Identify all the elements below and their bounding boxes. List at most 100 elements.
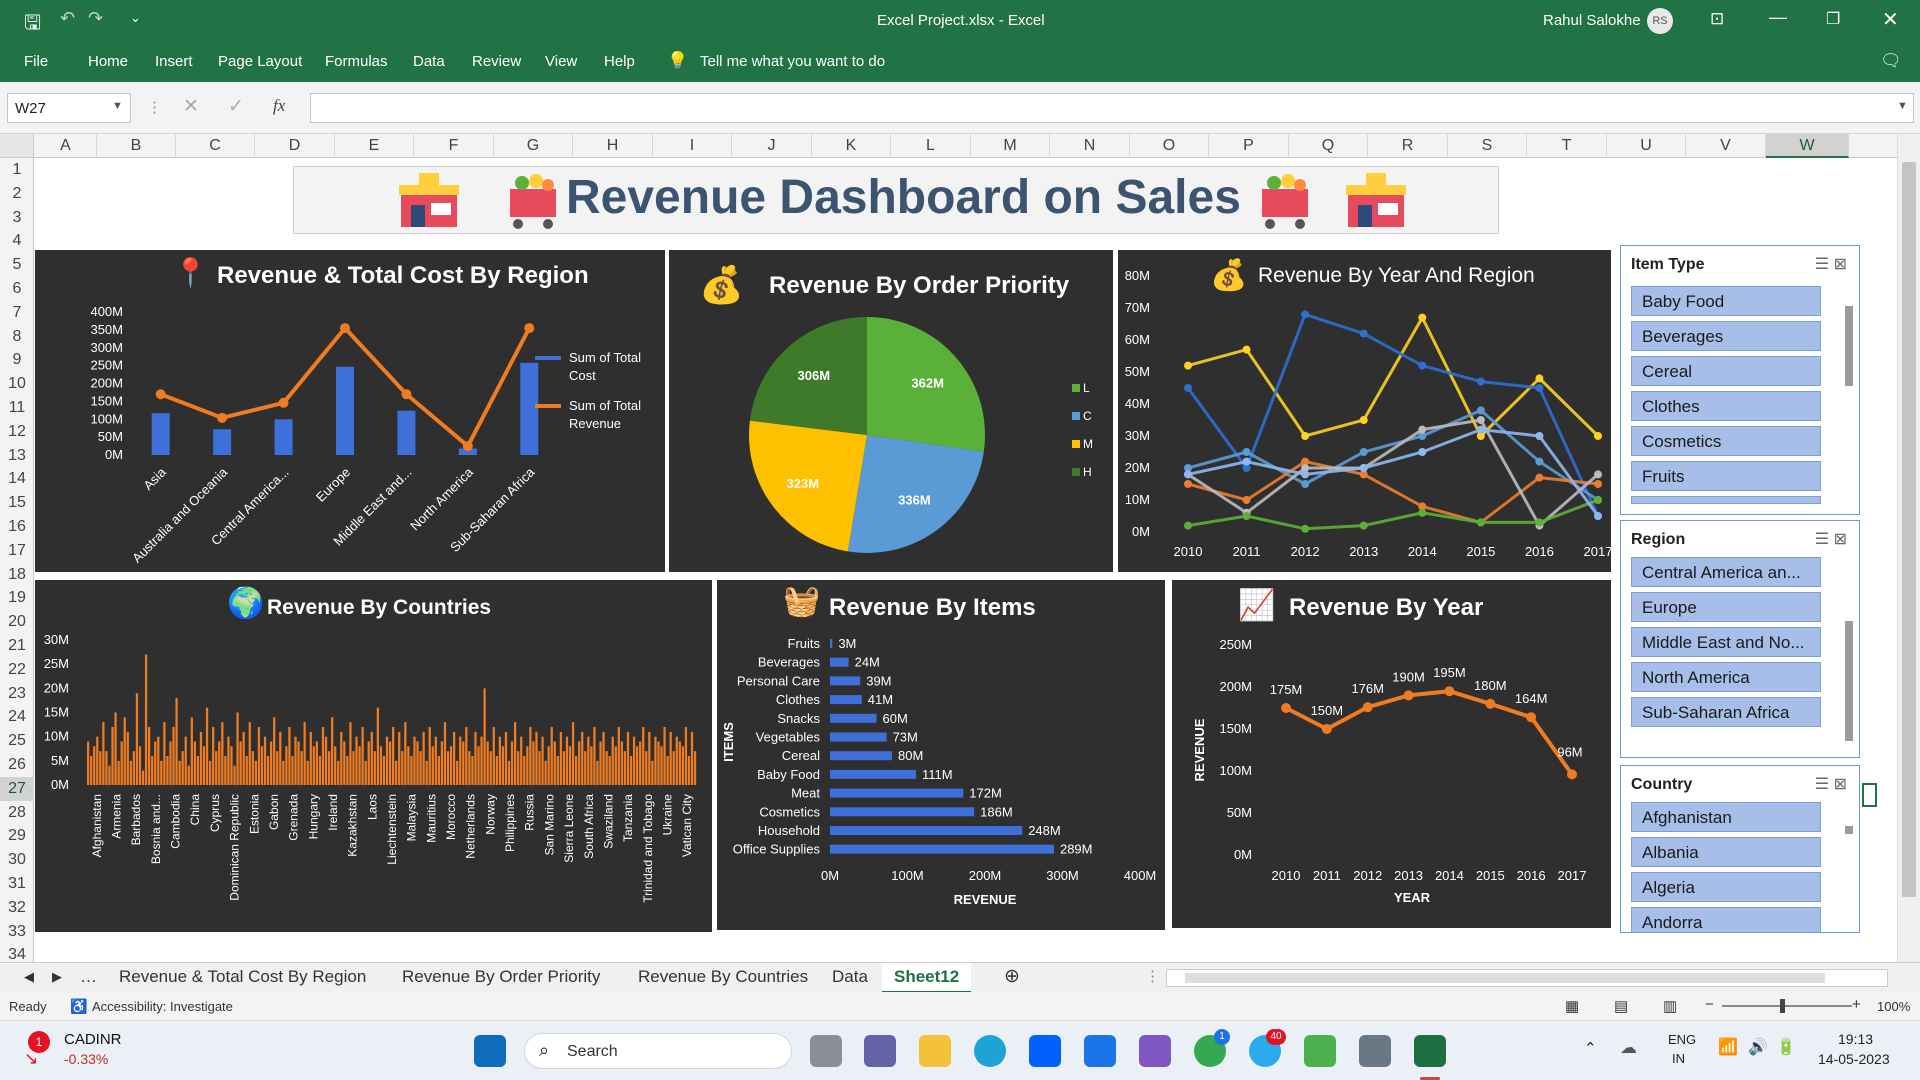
slicer-item[interactable]: Beverages [1631, 321, 1821, 351]
column-header-c[interactable]: C [176, 134, 255, 158]
slicer-item[interactable]: Algeria [1631, 872, 1821, 902]
chart-revenue-items[interactable]: 🧺 Revenue By Items Fruits 3M Beverages 24M P… [717, 580, 1165, 930]
name-box-dropdown-icon[interactable]: ▼ [112, 100, 123, 112]
column-header-v[interactable]: V [1686, 134, 1766, 158]
chart-revenue-cost-region[interactable]: 📍 Revenue & Total Cost By Region 400M 350… [35, 250, 665, 572]
row-header-32[interactable]: 32 [0, 896, 34, 920]
row-header-25[interactable]: 25 [0, 729, 34, 753]
column-header-h[interactable]: H [573, 134, 653, 158]
page-break-view-icon[interactable]: ▥ [1663, 997, 1677, 1015]
slicer-region[interactable]: Region ☰ ⊠ Central America an... Europe … [1620, 520, 1860, 758]
column-header-q[interactable]: Q [1289, 134, 1368, 158]
column-header-j[interactable]: J [732, 134, 812, 158]
column-header-d[interactable]: D [255, 134, 335, 158]
wifi-icon[interactable]: 📶 [1718, 1037, 1738, 1057]
slicer-item-partial[interactable] [1631, 496, 1821, 504]
customize-qat-icon[interactable]: ⌄ [130, 10, 141, 26]
accessibility-status[interactable]: Accessibility: Investigate [92, 999, 233, 1014]
slicer-item[interactable]: Andorra [1631, 907, 1821, 932]
column-header-a[interactable]: A [35, 134, 97, 158]
stock-ticker[interactable]: CADINR [64, 1031, 122, 1048]
language-region[interactable]: IN [1672, 1051, 1685, 1066]
multi-select-icon[interactable]: ☰ ⊠ [1815, 529, 1847, 549]
slicer-item[interactable]: Cereal [1631, 356, 1821, 386]
more-tabs-icon[interactable]: … [80, 967, 97, 987]
select-all-corner[interactable] [0, 134, 34, 158]
row-header-15[interactable]: 15 [0, 491, 34, 515]
battery-icon[interactable]: 🔋 [1776, 1037, 1796, 1057]
row-header-17[interactable]: 17 [0, 539, 34, 563]
column-header-o[interactable]: O [1130, 134, 1209, 158]
slicer-scrollbar[interactable] [1845, 621, 1853, 741]
tab-data[interactable]: Data [413, 53, 445, 70]
page-layout-view-icon[interactable]: ▤ [1614, 997, 1628, 1015]
tab-splitter-icon[interactable]: ⋮ [1145, 967, 1160, 985]
dropbox-icon[interactable] [1029, 1035, 1061, 1067]
insert-function-icon[interactable]: fx [273, 96, 285, 116]
row-header-26[interactable]: 26 [0, 753, 34, 777]
slicer-country[interactable]: Country ☰ ⊠ Afghanistan Albania Algeria … [1620, 765, 1860, 933]
tab-home[interactable]: Home [88, 53, 128, 70]
row-header-28[interactable]: 28 [0, 801, 34, 825]
tab-help[interactable]: Help [604, 53, 635, 70]
tab-revenue-cost-region[interactable]: Revenue & Total Cost By Region [119, 967, 366, 987]
copilot-icon[interactable] [1139, 1035, 1171, 1067]
row-header-20[interactable]: 20 [0, 610, 34, 634]
row-header-30[interactable]: 30 [0, 848, 34, 872]
excel-icon[interactable] [1414, 1035, 1446, 1067]
add-sheet-icon[interactable]: ⊕ [1004, 965, 1020, 988]
row-header-11[interactable]: 11 [0, 396, 34, 420]
row-header-6[interactable]: 6 [0, 277, 34, 301]
tab-file[interactable]: File [24, 53, 48, 70]
column-header-i[interactable]: I [653, 134, 732, 158]
slicer-item[interactable]: Clothes [1631, 391, 1821, 421]
scroll-tabs-right-icon[interactable]: ▶ [52, 969, 62, 985]
row-header-29[interactable]: 29 [0, 824, 34, 848]
row-header-4[interactable]: 4 [0, 229, 34, 253]
column-header-k[interactable]: K [812, 134, 891, 158]
slicer-scrollbar[interactable] [1845, 306, 1853, 386]
redo-icon[interactable]: ↷ [88, 8, 103, 29]
edge-browser-icon[interactable] [974, 1035, 1006, 1067]
column-header-g[interactable]: G [494, 134, 573, 158]
row-header-14[interactable]: 14 [0, 467, 34, 491]
chart-year-region[interactable]: 💰 Revenue By Year And Region 80M 70M 60M 50… [1118, 250, 1611, 572]
column-header-r[interactable]: R [1368, 134, 1448, 158]
vertical-scroll-thumb[interactable] [1902, 162, 1916, 897]
zoom-out-icon[interactable]: − [1705, 996, 1714, 1013]
row-header-7[interactable]: 7 [0, 301, 34, 325]
photo-app-icon[interactable] [1304, 1035, 1336, 1067]
column-header-u[interactable]: U [1607, 134, 1686, 158]
clock-time[interactable]: 19:13 [1838, 1031, 1873, 1047]
row-header-33[interactable]: 33 [0, 920, 34, 944]
undo-icon[interactable]: ↶ [60, 8, 75, 29]
multi-select-icon[interactable]: ☰ ⊠ [1815, 254, 1847, 274]
scroll-tabs-left-icon[interactable]: ◀ [24, 969, 34, 985]
normal-view-icon[interactable]: ▦ [1565, 997, 1579, 1015]
row-header-27[interactable]: 27 [0, 776, 34, 801]
row-header-1[interactable]: 1 [0, 158, 34, 182]
column-header-f[interactable]: F [414, 134, 494, 158]
zoom-slider-thumb[interactable] [1780, 999, 1785, 1013]
tab-formulas[interactable]: Formulas [325, 53, 388, 70]
slicer-item[interactable]: Cosmetics [1631, 426, 1821, 456]
row-header-24[interactable]: 24 [0, 705, 34, 729]
save-icon[interactable]: 🖫 [24, 8, 41, 42]
row-header-12[interactable]: 12 [0, 420, 34, 444]
row-header-2[interactable]: 2 [0, 182, 34, 206]
column-header-p[interactable]: P [1209, 134, 1289, 158]
close-icon[interactable]: ✕ [1882, 7, 1899, 32]
zoom-level[interactable]: 100% [1877, 999, 1910, 1014]
row-header-16[interactable]: 16 [0, 515, 34, 539]
slicer-item-type[interactable]: Item Type ☰ ⊠ Baby Food Beverages Cereal… [1620, 245, 1860, 515]
chart-revenue-year[interactable]: 📈 Revenue By Year 250M 200M 150M 100M 50M 0M 2… [1172, 580, 1611, 928]
tab-revenue-countries[interactable]: Revenue By Countries [638, 967, 808, 987]
horizontal-scroll-thumb[interactable] [1185, 973, 1825, 983]
zoom-in-icon[interactable]: + [1852, 996, 1861, 1013]
slicer-item[interactable]: North America [1631, 662, 1821, 692]
column-header-m[interactable]: M [971, 134, 1050, 158]
slicer-item[interactable]: Europe [1631, 592, 1821, 622]
column-header-t[interactable]: T [1527, 134, 1607, 158]
slicer-item[interactable]: Central America an... [1631, 557, 1821, 587]
volume-icon[interactable]: 🔊 [1748, 1037, 1768, 1057]
